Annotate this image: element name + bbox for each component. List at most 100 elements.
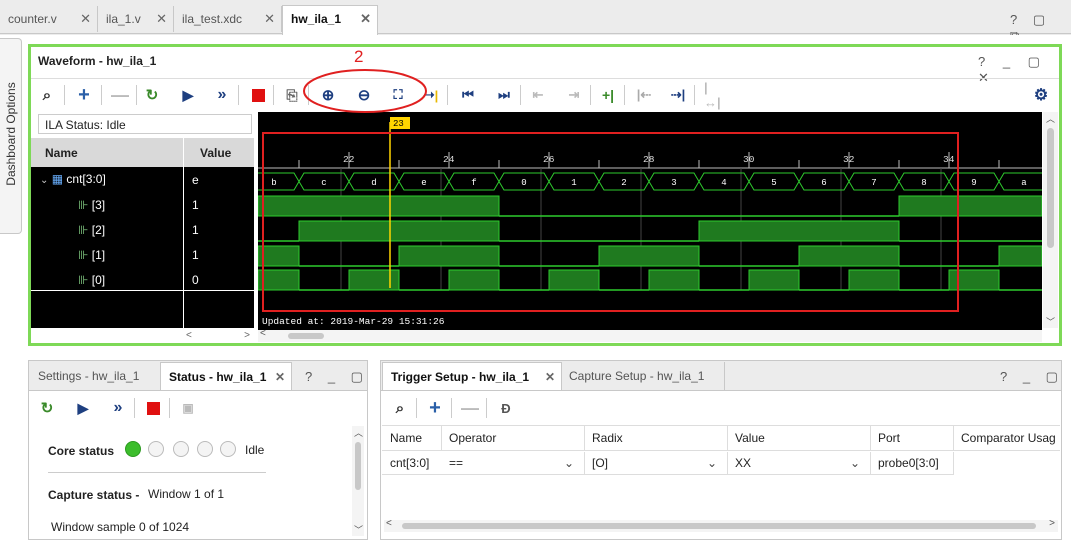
signal-label: cnt[3:0]: [66, 172, 106, 186]
core-status-value: Idle: [245, 443, 265, 457]
search-icon[interactable]: ⌕: [390, 398, 410, 418]
status-scrollbar[interactable]: ︿ ﹀: [352, 426, 364, 536]
stop-icon[interactable]: [248, 85, 268, 105]
go-to-start-icon[interactable]: ⏮: [458, 85, 478, 105]
add-icon[interactable]: +: [74, 84, 94, 106]
tab-counter-v[interactable]: counter.v ✕: [0, 6, 98, 32]
separator: [520, 85, 521, 105]
gear-icon[interactable]: ⚙: [1031, 85, 1051, 105]
add-marker-icon[interactable]: +|: [598, 85, 618, 105]
signal-label: [2]: [91, 223, 106, 237]
signal-bus-name[interactable]: ⌄ ▦ cnt[3:0]: [40, 172, 106, 186]
signal-bus-value: e: [192, 173, 199, 187]
tab-settings[interactable]: Settings - hw_ila_1: [38, 362, 156, 390]
stop-icon[interactable]: [143, 398, 163, 418]
col-operator[interactable]: Operator: [443, 426, 585, 450]
tab-hw-ila-1[interactable]: hw_ila_1 ✕: [282, 5, 378, 35]
close-icon[interactable]: ✕: [545, 363, 555, 391]
zoom-fit-icon[interactable]: ⛶: [388, 85, 408, 105]
trigger-window-controls[interactable]: ? _ ▢: [1000, 369, 1064, 385]
separator: [238, 85, 239, 105]
waveform-canvas[interactable]: 22 24 26 28 30 32 34 bcdef0123456789a 23 Updat…: [258, 112, 1042, 330]
next-transition-icon[interactable]: ⇥: [564, 85, 584, 105]
go-to-end-icon[interactable]: ⏭: [494, 85, 514, 105]
tab-label: counter.v: [8, 12, 57, 26]
run-trigger-immediate-icon[interactable]: ↻: [37, 398, 57, 418]
signal-bit3-name[interactable]: ⊪ [3]: [78, 198, 105, 212]
search-icon[interactable]: ⌕: [37, 85, 57, 105]
col-radix[interactable]: Radix: [586, 426, 728, 450]
dashboard-options-side-tab[interactable]: Dashboard Options: [0, 38, 22, 234]
bus-value-label: c: [321, 178, 326, 188]
run-continuous-icon[interactable]: »: [108, 398, 128, 418]
core-status-led: [148, 441, 164, 457]
close-icon[interactable]: ✕: [264, 6, 275, 32]
capture-settings-icon[interactable]: ▣: [178, 398, 198, 418]
operator-select[interactable]: == ⌄: [443, 452, 585, 474]
bus-value-label: 1: [571, 178, 576, 188]
bit-high-segment: [698, 220, 900, 242]
bus-value-label: 9: [971, 178, 976, 188]
bus-value-label: 7: [871, 178, 876, 188]
ruler-label: 26: [543, 154, 555, 165]
export-icon[interactable]: ⎘: [282, 85, 302, 105]
bus-value-label: 8: [921, 178, 926, 188]
next-marker-icon[interactable]: ⇢|: [668, 85, 688, 105]
remove-icon[interactable]: —: [460, 398, 480, 418]
names-scrollbar[interactable]: < >: [184, 330, 254, 342]
swap-cursor-icon[interactable]: |↔|: [704, 80, 724, 110]
signal-bit2-name[interactable]: ⊪ [2]: [78, 223, 105, 237]
waveform-horizontal-scrollbar[interactable]: <: [258, 328, 1042, 342]
run-continuous-icon[interactable]: »: [212, 85, 232, 105]
chevron-down-icon: ⌄: [706, 456, 717, 470]
close-icon[interactable]: ✕: [360, 6, 371, 32]
col-comparator-usage[interactable]: Comparator Usag: [955, 426, 1060, 450]
ruler-label: 34: [943, 154, 955, 165]
bit-icon: ⊪: [78, 273, 89, 287]
ruler-label: 28: [643, 154, 655, 165]
trigger-horizontal-scrollbar[interactable]: < >: [384, 518, 1058, 532]
close-icon[interactable]: ✕: [80, 6, 91, 32]
previous-transition-icon[interactable]: ⇤: [528, 85, 548, 105]
col-port[interactable]: Port: [872, 426, 954, 450]
add-icon[interactable]: +: [425, 397, 445, 419]
bit-icon: ⊪: [78, 198, 89, 212]
tab-trigger-setup[interactable]: Trigger Setup - hw_ila_1 ✕: [382, 362, 562, 390]
remove-icon[interactable]: —: [110, 85, 130, 105]
previous-marker-icon[interactable]: |⇠: [634, 85, 654, 105]
status-window-controls[interactable]: ? _ ▢: [305, 369, 369, 385]
waveform-window-controls[interactable]: ? _ ▢ ✕: [978, 54, 1071, 86]
separator: [273, 85, 274, 105]
run-trigger-icon[interactable]: ▶: [178, 85, 198, 105]
close-icon[interactable]: ✕: [156, 6, 167, 32]
dashboard-options-label: Dashboard Options: [4, 82, 18, 186]
tab-ila-test-xdc[interactable]: ila_test.xdc ✕: [174, 6, 282, 32]
radix-select[interactable]: [O] ⌄: [586, 452, 728, 474]
bus-value-label: 2: [621, 178, 626, 188]
tab-capture-setup[interactable]: Capture Setup - hw_ila_1: [569, 362, 725, 390]
col-value[interactable]: Value: [729, 426, 871, 450]
zoom-out-icon[interactable]: ⊖: [354, 85, 374, 105]
trigger-row-name[interactable]: cnt[3:0]: [384, 452, 442, 474]
close-icon[interactable]: ✕: [275, 363, 285, 391]
value-select[interactable]: XX ⌄: [729, 452, 871, 474]
col-name[interactable]: Name: [384, 426, 442, 450]
annotation-2-label: 2: [354, 47, 364, 66]
signal-bit1-name[interactable]: ⊪ [1]: [78, 248, 105, 262]
name-column-header[interactable]: Name: [31, 138, 183, 167]
trigger-condition-icon[interactable]: Ð: [496, 398, 516, 418]
tab-ila-1-v[interactable]: ila_1.v ✕: [98, 6, 174, 32]
chevron-down-icon: ⌄: [563, 456, 574, 470]
tab-status[interactable]: Status - hw_ila_1 ✕: [160, 362, 292, 390]
run-trigger-immediate-icon[interactable]: ↻: [142, 85, 162, 105]
run-trigger-icon[interactable]: ▶: [73, 398, 93, 418]
zoom-in-icon[interactable]: ⊕: [318, 85, 338, 105]
signal-bit0-name[interactable]: ⊪ [0]: [78, 273, 105, 287]
value-column-header[interactable]: Value: [184, 138, 254, 167]
core-status-led: [220, 441, 236, 457]
bus-value-label: 4: [721, 178, 726, 188]
go-to-cursor-icon[interactable]: ➝ |: [421, 85, 441, 105]
bit-high-segment: [258, 269, 300, 291]
status-divider: [48, 472, 266, 473]
waveform-vertical-scrollbar[interactable]: ︿ ﹀: [1043, 112, 1058, 328]
